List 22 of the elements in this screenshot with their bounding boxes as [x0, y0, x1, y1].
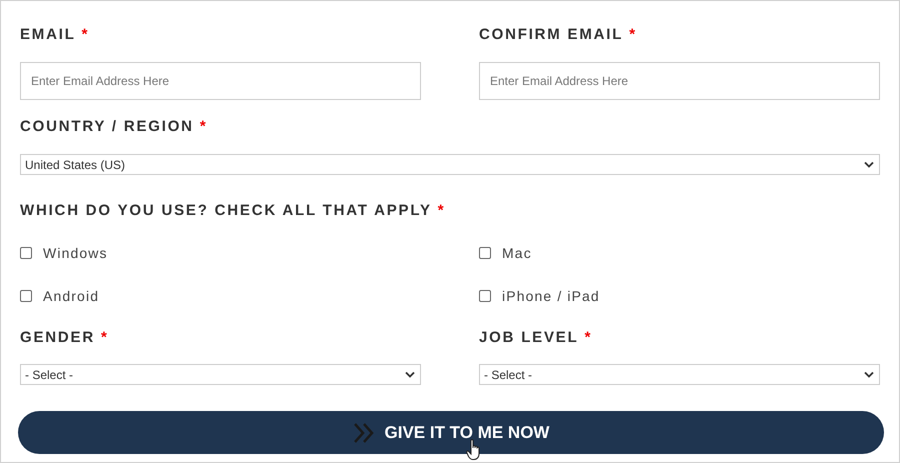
field-label: GENDER: [20, 328, 95, 348]
select-dropdown[interactable]: United States (US): [20, 154, 880, 175]
required-mark: *: [200, 116, 206, 136]
email-field[interactable]: Enter Email Address Here: [20, 62, 421, 100]
field-label: WHICH DO YOU USE? CHECK ALL THAT APPLY: [20, 201, 432, 221]
checkbox-label: Windows: [43, 244, 108, 262]
required-mark: *: [584, 328, 590, 348]
required-mark: *: [82, 25, 88, 45]
required-mark: *: [100, 328, 107, 348]
field-label: EMAIL: [20, 25, 76, 45]
required-mark: *: [438, 201, 444, 221]
field-label: JOB LEVEL: [479, 328, 579, 348]
field-label: CONFIRM EMAIL: [479, 25, 624, 45]
select-dropdown[interactable]: - Select -: [479, 364, 880, 385]
email-field[interactable]: Enter Email Address Here: [479, 62, 880, 100]
checkbox-label: iPhone / iPad: [502, 286, 600, 306]
checkbox-label: Android: [43, 286, 100, 306]
required-mark: *: [629, 25, 636, 45]
submit-button[interactable]: GIVE IT TO ME NOW: [18, 411, 884, 454]
field-label: COUNTRY / REGION: [20, 116, 194, 136]
select-dropdown[interactable]: - Select -: [20, 364, 421, 385]
checkbox-label: Mac: [502, 244, 532, 262]
